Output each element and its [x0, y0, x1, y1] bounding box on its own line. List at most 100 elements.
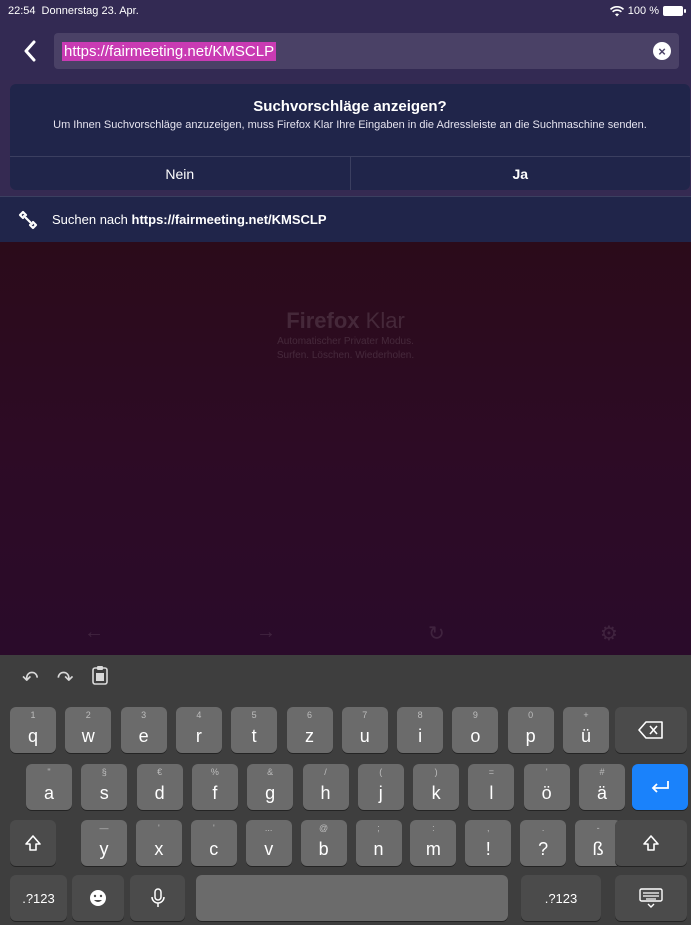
key-h[interactable]: / h	[302, 764, 349, 810]
key-f[interactable]: % f	[191, 764, 238, 810]
key-label: g	[265, 783, 276, 803]
key-label: r	[195, 726, 202, 746]
reload-icon[interactable]: ↻	[428, 621, 445, 646]
key-l[interactable]: = l	[468, 764, 515, 810]
key-label: j	[378, 783, 383, 803]
forward-arrow-icon[interactable]: →	[256, 621, 276, 644]
brand-bold: Firefox	[286, 308, 360, 333]
key-hint: '	[158, 823, 160, 833]
emoji-icon	[90, 890, 106, 906]
key-hint: 7	[362, 710, 368, 720]
key-b[interactable]: @ b	[300, 820, 347, 866]
key-label: ?	[538, 839, 549, 859]
key-hint: ;	[377, 823, 380, 833]
key-label: z	[305, 726, 314, 746]
key-hint: #	[599, 767, 605, 777]
key-z[interactable]: 6z	[286, 707, 333, 753]
return-key[interactable]	[632, 764, 688, 810]
battery-percent: 100 %	[627, 5, 659, 17]
brand-name: Firefox Klar	[0, 308, 691, 334]
key-q[interactable]: 1q	[10, 707, 56, 753]
key-label: e	[138, 726, 149, 746]
shift-key-left[interactable]	[10, 820, 56, 866]
key-hint: 6	[306, 710, 312, 720]
brand-tagline-1: Automatischer Privater Modus.	[277, 336, 414, 347]
key-a[interactable]: " a	[26, 764, 72, 810]
numbers-key-right[interactable]: .?123	[521, 875, 601, 921]
emoji-key[interactable]	[72, 875, 124, 921]
shift-icon	[643, 835, 659, 851]
keyboard-toolbar: ↶ ↷	[0, 655, 691, 701]
key-p[interactable]: 0p	[507, 707, 554, 753]
chevron-left-icon	[24, 40, 36, 62]
key-u[interactable]: 7u	[341, 707, 388, 753]
backspace-icon	[638, 721, 663, 739]
key-e[interactable]: 3e	[120, 707, 167, 753]
clear-url-button[interactable]: ×	[653, 42, 671, 60]
key-hint: :	[432, 823, 435, 833]
key-t[interactable]: 5t	[231, 707, 278, 753]
key-hint: &	[267, 767, 274, 777]
search-suggestion-row[interactable]: Suchen nach https://fairmeeting.net/KMSC…	[0, 196, 691, 242]
key-r[interactable]: 4r	[175, 707, 222, 753]
key-label: m	[425, 839, 441, 859]
key-j[interactable]: (j	[357, 764, 404, 810]
url-text-selected: https://fairmeeting.net/KMSCLP	[62, 41, 277, 61]
hide-keyboard-key[interactable]	[615, 875, 687, 921]
backspace-key[interactable]	[615, 707, 687, 753]
url-input[interactable]: https://fairmeeting.net/KMSCLP ×	[54, 33, 679, 69]
suggestions-buttons: Nein Ja	[10, 156, 690, 190]
undo-icon[interactable]: ↶	[22, 666, 39, 691]
key-d[interactable]: € d	[136, 764, 183, 810]
no-button[interactable]: Nein	[10, 157, 351, 190]
key-ü[interactable]: + ü	[563, 707, 609, 753]
shift-icon	[25, 835, 41, 851]
key-g[interactable]: & g	[247, 764, 294, 810]
shift-key-right[interactable]	[615, 820, 687, 866]
numbers-key-left[interactable]: .?123	[10, 875, 67, 921]
key-hint: 9	[472, 710, 478, 720]
redo-icon[interactable]: ↷	[57, 666, 74, 691]
key-ö[interactable]: ' ö	[523, 764, 570, 810]
key-hint: 3	[141, 710, 147, 720]
key-o[interactable]: 9o	[452, 707, 499, 753]
key-k[interactable]: ) k	[413, 764, 460, 810]
key-hint: =	[488, 767, 495, 777]
key-hint: "	[47, 767, 51, 777]
key-label: !	[485, 839, 491, 859]
back-arrow-icon[interactable]: ←	[84, 621, 104, 644]
status-bar: 22:54 Donnerstag 23. Apr. 100 %	[0, 0, 691, 22]
key-w[interactable]: 2w	[65, 707, 112, 753]
key-y[interactable]: — y	[81, 820, 127, 866]
status-date: Donnerstag 23. Apr.	[41, 5, 139, 17]
suggestions-title: Suchvorschläge anzeigen?	[253, 98, 447, 115]
key-label: f	[212, 783, 218, 803]
key-hint: @	[319, 823, 329, 833]
microphone-key[interactable]	[130, 875, 185, 921]
key-i[interactable]: 8i	[397, 707, 444, 753]
gear-icon[interactable]: ⚙	[600, 621, 618, 646]
paste-icon[interactable]	[91, 665, 108, 691]
key-c[interactable]: ' c	[190, 820, 237, 866]
key-hint: .	[541, 823, 545, 833]
space-key[interactable]	[196, 875, 508, 921]
key-n[interactable]: ; n	[355, 820, 402, 866]
key-label: c	[209, 839, 219, 859]
key-hint: ...	[264, 823, 273, 833]
key-label: d	[154, 783, 165, 803]
key-hint: (	[379, 767, 383, 777]
key-x[interactable]: ' x	[135, 820, 182, 866]
key-![interactable]: ,!	[465, 820, 512, 866]
key-v[interactable]: ... v	[245, 820, 292, 866]
key-hint: '	[212, 823, 215, 833]
key-ä[interactable]: # ä	[579, 764, 625, 810]
key-label: s	[99, 783, 109, 803]
key-s[interactable]: § s	[81, 764, 128, 810]
search-prefix: Suchen nach	[52, 212, 128, 227]
key-hint: %	[210, 767, 219, 777]
key-?[interactable]: .?	[520, 820, 567, 866]
link-icon	[18, 210, 38, 230]
key-m[interactable]: :m	[410, 820, 457, 866]
yes-button[interactable]: Ja	[351, 157, 691, 190]
back-button[interactable]	[10, 31, 50, 71]
